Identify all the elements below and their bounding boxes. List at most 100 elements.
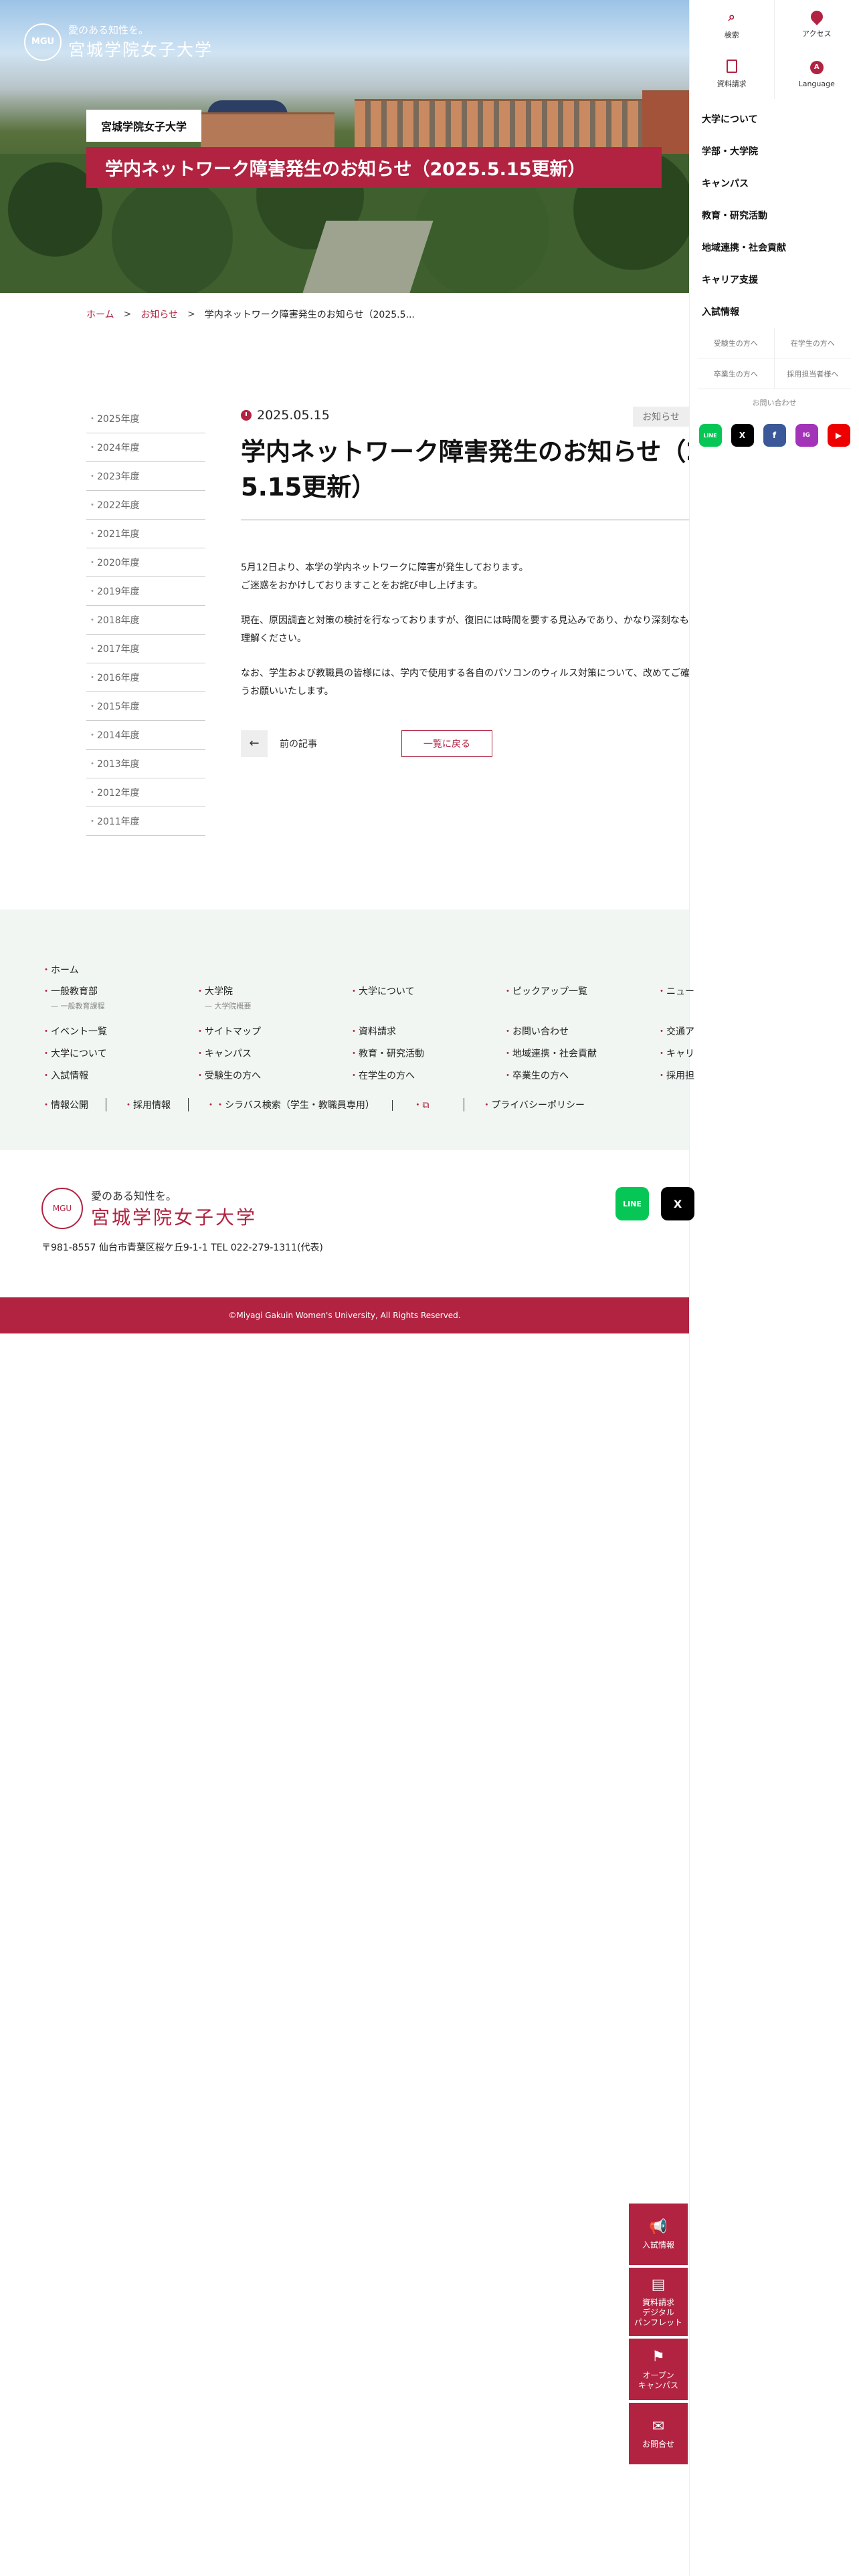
paragraph-text: 理解ください。 xyxy=(241,633,306,644)
footer-link[interactable]: 大学について xyxy=(349,984,503,1011)
back-to-list-button[interactable]: 一覧に戻る xyxy=(401,730,492,757)
facebook-icon[interactable]: f xyxy=(763,424,786,447)
archive-year-link[interactable]: 2016年度 xyxy=(86,663,205,692)
archive-year-link[interactable]: 2021年度 xyxy=(86,520,205,548)
archive-year-link[interactable]: 2022年度 xyxy=(86,491,205,520)
footer-link[interactable]: ニュー xyxy=(657,984,811,1011)
footer-link[interactable]: 一般教育部 — 一般教育課程 xyxy=(41,984,195,1011)
footer-link-sub: — 大学院概要 xyxy=(205,1002,252,1010)
admissions-float-button[interactable]: 📢 入試情報 xyxy=(629,2204,688,2265)
footer-link[interactable]: 地域連携・社会貢献 xyxy=(503,1047,657,1060)
footer-link-home[interactable]: ホーム xyxy=(41,963,195,976)
open-campus-float-button[interactable]: ⚑ オープン キャンパス xyxy=(629,2339,688,2400)
article-date: 2025.05.15 xyxy=(257,408,330,423)
footer-link[interactable]: 大学院 — 大学院概要 xyxy=(195,984,349,1011)
footer-link[interactable]: 採用担 xyxy=(657,1069,811,1082)
archive-year-link[interactable]: 2012年度 xyxy=(86,778,205,807)
instagram-icon[interactable]: IG xyxy=(795,424,818,447)
link-alumni[interactable]: 卒業生の方へ xyxy=(698,358,775,389)
nav-item-faculties[interactable]: 学部・大学院 xyxy=(690,135,859,167)
youtube-icon[interactable]: ▶ xyxy=(827,424,850,447)
footer-link[interactable]: 交通ア xyxy=(657,1025,811,1038)
float-label: 資料請求 デジタル パンフレット xyxy=(634,2298,683,2328)
footer-link[interactable]: 在学生の方へ xyxy=(349,1069,503,1082)
request-materials-button[interactable]: 資料請求 xyxy=(690,49,775,99)
archive-year-link[interactable]: 2019年度 xyxy=(86,577,205,606)
nav-item-community[interactable]: 地域連携・社会貢献 xyxy=(690,231,859,263)
search-button[interactable]: ⌕ 検索 xyxy=(690,0,775,49)
nav-contact-link[interactable]: お問い合わせ xyxy=(690,389,859,416)
archive-year-link[interactable]: 2015年度 xyxy=(86,692,205,721)
footer-address: 〒981-8557 仙台市青葉区桜ケ丘9-1-1 TEL 022-279-131… xyxy=(41,1243,323,1253)
footer-link[interactable]: 資料請求 xyxy=(349,1025,503,1038)
footer-link[interactable]: ピックアップ一覧 xyxy=(503,984,657,1011)
archive-year-link[interactable]: 2023年度 xyxy=(86,462,205,491)
footer-link[interactable]: 教育・研究活動 xyxy=(349,1047,503,1060)
footer-link-disclosure[interactable]: 情報公開 xyxy=(41,1098,106,1111)
article-paragraph: 5月12日より、本学の学内ネットワークに障害が発生しております。 ご迷惑をおかけし… xyxy=(241,559,689,595)
archive-year-link[interactable]: 2018年度 xyxy=(86,606,205,635)
paragraph-text: なお、学生および教職員の皆様には、学内で使用する各自のパソコンのウィルス対策につ… xyxy=(241,668,689,679)
access-label: アクセス xyxy=(802,29,832,38)
footer-link[interactable]: 卒業生の方へ xyxy=(503,1069,657,1082)
footer-link[interactable]: イベント一覧 xyxy=(41,1025,195,1038)
footer-link[interactable]: お問い合わせ xyxy=(503,1025,657,1038)
university-seal-icon: MGU xyxy=(24,23,62,61)
archive-year-link[interactable]: 2024年度 xyxy=(86,433,205,462)
nav-item-about[interactable]: 大学について xyxy=(690,103,859,135)
nav-item-research[interactable]: 教育・研究活動 xyxy=(690,199,859,231)
footer-logo[interactable]: MGU 愛のある知性を。 宮城学院女子大学 xyxy=(41,1187,257,1230)
archive-year-link[interactable]: 2013年度 xyxy=(86,750,205,778)
link-employers[interactable]: 採用担当者様へ xyxy=(774,358,851,389)
float-label: オープン キャンパス xyxy=(638,2370,678,2390)
archive-year-link[interactable]: 2025年度 xyxy=(86,405,205,433)
footer-link[interactable]: キャリ xyxy=(657,1047,811,1060)
search-label: 検索 xyxy=(724,31,739,39)
language-button[interactable]: A Language xyxy=(775,49,859,99)
nav-item-career[interactable]: キャリア支援 xyxy=(690,263,859,296)
x-icon[interactable]: X xyxy=(661,1187,694,1220)
footer-navigation: ホーム 一般教育部 — 一般教育課程 大学院 — 大学院概要 大学について ピックア… xyxy=(0,909,694,1150)
x-icon[interactable]: X xyxy=(731,424,754,447)
archive-year-link[interactable]: 2014年度 xyxy=(86,721,205,750)
archive-year-link[interactable]: 2011年度 xyxy=(86,807,205,836)
document-icon xyxy=(726,60,737,73)
line-icon[interactable]: LINE xyxy=(698,424,722,447)
footer-link[interactable]: 入試情報 xyxy=(41,1069,195,1082)
article-title-line: 学内ネットワーク障害発生のお知らせ（2 xyxy=(241,437,689,466)
footer-link-privacy[interactable]: プライバシーポリシー xyxy=(464,1098,602,1111)
paragraph-text: 現在、原因調査と対策の検討を行なっておりますが、復旧には時間を要する見込みであり… xyxy=(241,615,689,627)
access-button[interactable]: アクセス xyxy=(775,0,859,49)
nav-tools: ⌕ 検索 アクセス 資料請求 A Language xyxy=(690,0,859,99)
footer-link[interactable]: サイトマップ xyxy=(195,1025,349,1038)
footer-link[interactable]: 受験生の方へ xyxy=(195,1069,349,1082)
archive-year-link[interactable]: 2020年度 xyxy=(86,548,205,577)
language-icon: A xyxy=(809,60,824,74)
nav-item-admissions[interactable]: 入試情報 xyxy=(690,296,859,328)
previous-label: 前の記事 xyxy=(280,738,317,750)
breadcrumb-news[interactable]: お知らせ xyxy=(140,308,178,321)
hero-banner: MGU 愛のある知性を。 宮城学院女子大学 宮城学院女子大学 学内ネットワーク障… xyxy=(0,0,689,293)
contact-float-button[interactable]: ✉ お問合せ xyxy=(629,2403,688,2464)
footer-link-label: 大学院 xyxy=(205,986,233,997)
link-prospective[interactable]: 受験生の方へ xyxy=(698,328,775,358)
archive-year-link[interactable]: 2017年度 xyxy=(86,635,205,663)
audience-links: 受験生の方へ 在学生の方へ 卒業生の方へ 採用担当者様へ xyxy=(698,328,851,389)
article-title: 学内ネットワーク障害発生のお知らせ（2 5.15更新） xyxy=(241,435,689,521)
hero-chip: 宮城学院女子大学 xyxy=(86,110,202,142)
chevron-right-icon: > xyxy=(123,309,132,320)
site-logo[interactable]: MGU 愛のある知性を。 宮城学院女子大学 xyxy=(24,23,213,61)
article: 2025.05.15 お知らせ 学内ネットワーク障害発生のお知らせ（2 5.15… xyxy=(241,407,689,757)
nav-item-campus[interactable]: キャンパス xyxy=(690,167,859,199)
footer-name: 宮城学院女子大学 xyxy=(91,1206,258,1228)
link-students[interactable]: 在学生の方へ xyxy=(774,328,851,358)
materials-float-button[interactable]: ▤ 資料請求 デジタル パンフレット xyxy=(629,2268,688,2336)
search-icon: ⌕ xyxy=(728,9,735,24)
footer-link-syllabus[interactable]: シラバス検索（学生・教職員専用） ⧉ xyxy=(189,1098,465,1111)
previous-article-link[interactable]: ← 前の記事 xyxy=(241,730,317,757)
footer-link-recruit[interactable]: 採用情報 xyxy=(106,1098,189,1111)
footer-link[interactable]: キャンパス xyxy=(195,1047,349,1060)
line-icon[interactable]: LINE xyxy=(615,1187,649,1220)
footer-link[interactable]: 大学について xyxy=(41,1047,195,1060)
breadcrumb-home[interactable]: ホーム xyxy=(86,308,114,321)
